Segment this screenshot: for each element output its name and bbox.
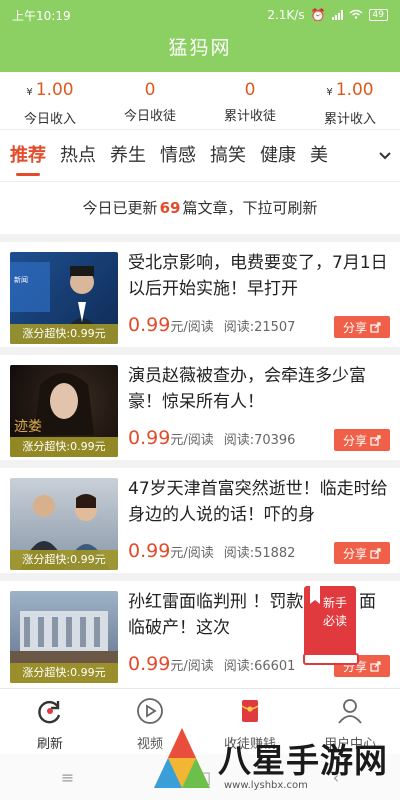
stat-today-income[interactable]: ¥1.00 今日收入 xyxy=(0,72,100,129)
article-price-unit: 元/阅读 xyxy=(170,320,214,335)
stat-label: 累计收徒 xyxy=(223,109,276,124)
newbie-guide-label: 新手 必读 xyxy=(318,594,352,630)
income-stats: ¥1.00 今日收入 0 今日收徒 0 累计收徒 ¥1.00 累计收入 xyxy=(0,72,400,130)
notice-suffix: 篇文章，下拉可刷新 xyxy=(182,199,318,217)
article-meta: 0.99元/阅读 阅读:51882 xyxy=(128,540,295,562)
currency-symbol: ¥ xyxy=(326,87,333,98)
article-meta: 0.99元/阅读 阅读:70396 xyxy=(128,427,295,449)
share-icon xyxy=(370,321,381,333)
article-thumbnail: 涨分超快:0.99元 xyxy=(10,591,118,683)
share-button[interactable]: 分享 xyxy=(334,429,390,451)
bookmark-line1: 新手 xyxy=(322,596,347,610)
article-price: 0.99 xyxy=(128,540,171,562)
share-label: 分享 xyxy=(342,546,367,561)
article-meta: 0.99元/阅读 阅读:66601 xyxy=(128,653,295,675)
share-label: 分享 xyxy=(342,433,367,448)
article-thumbnail: 新闻 涨分超快:0.99元 xyxy=(10,252,118,344)
app-header: 上午10:19 2.1K/s ⏰ 49 猛犸网 xyxy=(0,0,400,72)
status-indicators: 2.1K/s ⏰ 49 xyxy=(267,8,388,22)
site-watermark: 八星手游网 www.lyshbx.com xyxy=(150,722,396,798)
stat-total-income[interactable]: ¥1.00 累计收入 xyxy=(300,72,400,129)
red-envelope-icon xyxy=(241,700,259,722)
alarm-icon: ⏰ xyxy=(310,8,326,22)
stat-value: 1.00 xyxy=(35,80,74,100)
network-speed: 2.1K/s xyxy=(267,8,305,22)
stat-value: 1.00 xyxy=(335,80,374,100)
signal-icon xyxy=(331,10,343,20)
article-reads: 阅读:51882 xyxy=(223,546,296,561)
share-icon xyxy=(370,547,381,559)
watermark-text: 八星手游网 xyxy=(218,741,388,780)
status-bar: 上午10:19 2.1K/s ⏰ 49 xyxy=(0,0,400,30)
notice-count: 69 xyxy=(159,199,181,217)
newbie-guide-button[interactable]: 新手 必读 xyxy=(300,586,362,666)
stat-label: 今日收入 xyxy=(23,112,76,127)
stat-label: 今日收徒 xyxy=(123,109,176,124)
article-thumbnail: 迹娄 涨分超快:0.99元 xyxy=(10,365,118,457)
article-reads: 阅读:21507 xyxy=(223,320,296,335)
article-thumbnail: 涨分超快:0.99元 xyxy=(10,478,118,570)
wifi-icon xyxy=(349,8,363,22)
share-button[interactable]: 分享 xyxy=(334,542,390,564)
stat-value: 0 xyxy=(244,80,256,100)
article-price-unit: 元/阅读 xyxy=(170,659,214,674)
stat-today-apprentices[interactable]: 0 今日收徒 xyxy=(100,72,200,129)
share-icon xyxy=(370,434,381,446)
article-price: 0.99 xyxy=(128,314,171,336)
tab-beauty[interactable]: 美 xyxy=(310,130,328,181)
notice-prefix: 今日已更新 xyxy=(82,199,158,217)
watermark-logo-icon xyxy=(154,728,210,788)
article-badge: 涨分超快:0.99元 xyxy=(10,324,118,344)
menu-icon[interactable]: ≡ xyxy=(61,768,74,787)
app-title: 猛犸网 xyxy=(168,37,232,59)
share-icon xyxy=(370,660,381,672)
tab-wellness[interactable]: 养生 xyxy=(110,130,146,181)
article-price: 0.99 xyxy=(128,427,171,449)
article-title[interactable]: 演员赵薇被查办，会牵连多少富豪！惊呆所有人！ xyxy=(128,363,390,415)
stat-value: 0 xyxy=(144,80,156,100)
article-title[interactable]: 47岁天津首富突然逝世！临走时给身边的人说的话！吓的身 xyxy=(128,476,390,528)
article-title[interactable]: 受北京影响，电费要变了，7月1日以后开始实施！早打开 xyxy=(128,250,390,302)
currency-symbol: ¥ xyxy=(26,87,33,98)
update-notice: 今日已更新 69 篇文章，下拉可刷新 xyxy=(0,190,400,226)
play-icon xyxy=(137,698,163,724)
article-item[interactable]: 迹娄 涨分超快:0.99元 演员赵薇被查办，会牵连多少富豪！惊呆所有人！ 0.9… xyxy=(0,347,400,460)
tab-funny[interactable]: 搞笑 xyxy=(210,130,246,181)
watermark-url: www.lyshbx.com xyxy=(224,780,308,791)
nav-refresh[interactable]: 刷新 xyxy=(0,689,100,754)
svg-text:新闻: 新闻 xyxy=(14,275,28,284)
bookmark-line2: 必读 xyxy=(322,614,347,628)
article-item[interactable]: 涨分超快:0.99元 47岁天津首富突然逝世！临走时给身边的人说的话！吓的身 0… xyxy=(0,460,400,573)
nav-label: 刷新 xyxy=(36,737,63,752)
share-button[interactable]: 分享 xyxy=(334,316,390,338)
article-price-unit: 元/阅读 xyxy=(170,433,214,448)
tab-hot[interactable]: 热点 xyxy=(60,130,96,181)
article-item[interactable]: 新闻 涨分超快:0.99元 受北京影响，电费要变了，7月1日以后开始实施！早打开… xyxy=(0,234,400,347)
tab-health[interactable]: 健康 xyxy=(260,130,296,181)
battery-icon: 49 xyxy=(368,9,388,21)
chevron-down-icon[interactable] xyxy=(370,130,400,181)
tab-emotion[interactable]: 情感 xyxy=(160,130,196,181)
user-icon xyxy=(338,699,362,724)
article-reads: 阅读:70396 xyxy=(223,433,296,448)
stat-label: 累计收入 xyxy=(323,112,376,127)
article-badge: 涨分超快:0.99元 xyxy=(10,663,118,683)
category-tabs: 推荐 热点 养生 情感 搞笑 健康 美 xyxy=(0,130,400,182)
article-price: 0.99 xyxy=(128,653,171,675)
refresh-icon xyxy=(38,700,61,724)
article-badge: 涨分超快:0.99元 xyxy=(10,437,118,457)
stat-total-apprentices[interactable]: 0 累计收徒 xyxy=(200,72,300,129)
article-reads: 阅读:66601 xyxy=(223,659,296,674)
article-price-unit: 元/阅读 xyxy=(170,546,214,561)
article-badge: 涨分超快:0.99元 xyxy=(10,550,118,570)
article-meta: 0.99元/阅读 阅读:21507 xyxy=(128,314,295,336)
tab-recommend[interactable]: 推荐 xyxy=(10,130,46,181)
status-time: 上午10:19 xyxy=(12,8,71,23)
svg-text:迹娄: 迹娄 xyxy=(14,419,42,435)
share-label: 分享 xyxy=(342,320,367,335)
